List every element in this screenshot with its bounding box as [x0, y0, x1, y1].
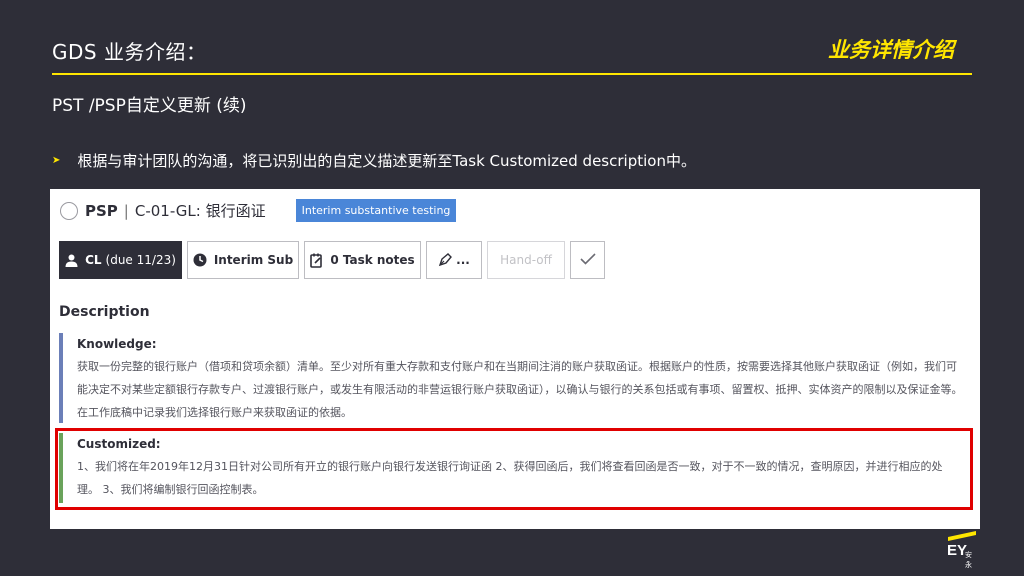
pen-icon [438, 253, 453, 267]
sign-off-button[interactable]: ... [426, 241, 482, 279]
task-notes-label: 0 Task notes [330, 253, 415, 267]
slide-title: GDS 业务介绍： [52, 40, 207, 64]
hand-off-button[interactable]: Hand-off [487, 241, 565, 279]
slide-subtitle: PST /PSP自定义更新 (续) [52, 96, 247, 116]
hand-off-label: Hand-off [500, 253, 552, 267]
sign-off-more: ... [456, 253, 470, 267]
assignee-label: CL [85, 253, 102, 267]
person-icon [65, 254, 78, 267]
checkmark-icon [579, 252, 596, 268]
logo-mark: EY [947, 542, 968, 559]
assignee-due: (due 11/23) [105, 253, 176, 267]
phase-badge[interactable]: Interim substantive testing [295, 199, 457, 222]
phase-button[interactable]: Interim Sub [187, 241, 299, 279]
ey-logo: EY 安永 [946, 531, 978, 569]
knowledge-heading: Knowledge: [77, 337, 157, 351]
highlight-box [55, 428, 973, 510]
radio-circle-icon[interactable] [60, 201, 78, 220]
logo-slash [948, 531, 976, 541]
complete-button[interactable] [570, 241, 605, 279]
logo-chinese: 安永 [965, 551, 972, 569]
section-tag: 业务详情介绍 [828, 38, 954, 62]
task-toolbar: CL (due 11/23) Interim Sub 0 Task notes … [59, 241, 610, 279]
description-label: Description [59, 304, 150, 320]
notes-icon [310, 253, 323, 268]
knowledge-bar [59, 333, 63, 423]
arrow-bullet-icon: ➤ [52, 155, 61, 166]
task-separator: | [123, 201, 129, 220]
task-header: PSP | C-01-GL: 银行函证 Interim substantive … [60, 199, 457, 222]
task-code: PSP [85, 201, 118, 220]
clock-icon [193, 253, 207, 267]
bullet-point: ➤ 根据与审计团队的沟通，将已识别出的自定义描述更新至Task Customiz… [52, 150, 696, 171]
knowledge-text: 获取一份完整的银行账户（借项和贷项余额）清单。至少对所有重大存款和支付账户和在当… [77, 360, 963, 419]
title-rule [52, 73, 972, 75]
assignee-button[interactable]: CL (due 11/23) [59, 241, 182, 279]
bullet-text: 根据与审计团队的沟通，将已识别出的自定义描述更新至Task Customized… [77, 152, 696, 170]
knowledge-block: Knowledge: 获取一份完整的银行账户（借项和贷项余额）清单。至少对所有重… [59, 333, 964, 423]
phase-button-label: Interim Sub [213, 253, 294, 267]
task-name: C-01-GL: 银行函证 [134, 202, 266, 220]
task-notes-button[interactable]: 0 Task notes [304, 241, 421, 279]
